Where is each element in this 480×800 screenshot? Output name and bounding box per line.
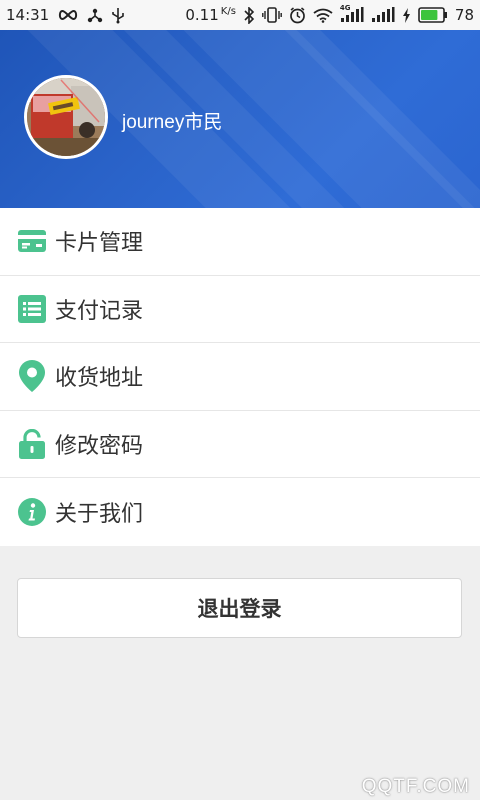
signal-4g-icon: 4G [339,4,364,23]
list-icon [17,294,47,324]
share-node-icon [87,7,103,23]
menu-item-card-management[interactable]: 卡片管理 [0,208,480,276]
info-icon [17,497,47,527]
avatar[interactable] [24,75,108,159]
charging-icon [402,7,411,23]
lock-icon [17,428,47,459]
usb-icon [111,7,125,24]
infinity-icon [57,9,79,21]
network-type-label: 4G [339,4,351,12]
battery-icon [418,7,448,23]
wifi-icon [313,8,333,23]
menu-item-about-us[interactable]: 关于我们 [0,478,480,546]
net-speed-unit: K/s [220,6,236,17]
alarm-icon [289,6,306,24]
menu-item-label: 收货地址 [55,366,144,392]
bluetooth-icon [243,6,255,24]
watermark: QQTF.COM [361,776,470,797]
menu-item-label: 卡片管理 [55,231,144,257]
menu-item-label: 支付记录 [55,298,144,324]
status-bar: 14:31 0.11 K/s 4G 78 [0,0,480,30]
battery-level: 78 [454,6,474,24]
logout-button[interactable]: 退出登录 [17,578,462,638]
username[interactable]: journey市民 [122,107,222,134]
profile-header: journey市民 [0,30,480,208]
menu-item-shipping-address[interactable]: 收货地址 [0,343,480,411]
menu-list: 卡片管理 支付记录 收货地址 修改密码 关于我们 [0,208,480,546]
menu-item-change-password[interactable]: 修改密码 [0,411,480,478]
vibrate-icon [262,7,282,23]
net-speed: 0.11 K/s [185,6,236,24]
signal-icon [371,7,395,23]
location-pin-icon [17,360,47,393]
menu-item-payment-records[interactable]: 支付记录 [0,276,480,343]
menu-item-label: 修改密码 [55,433,144,459]
menu-item-label: 关于我们 [55,501,144,527]
status-time: 14:31 [6,6,50,24]
card-icon [17,226,47,256]
